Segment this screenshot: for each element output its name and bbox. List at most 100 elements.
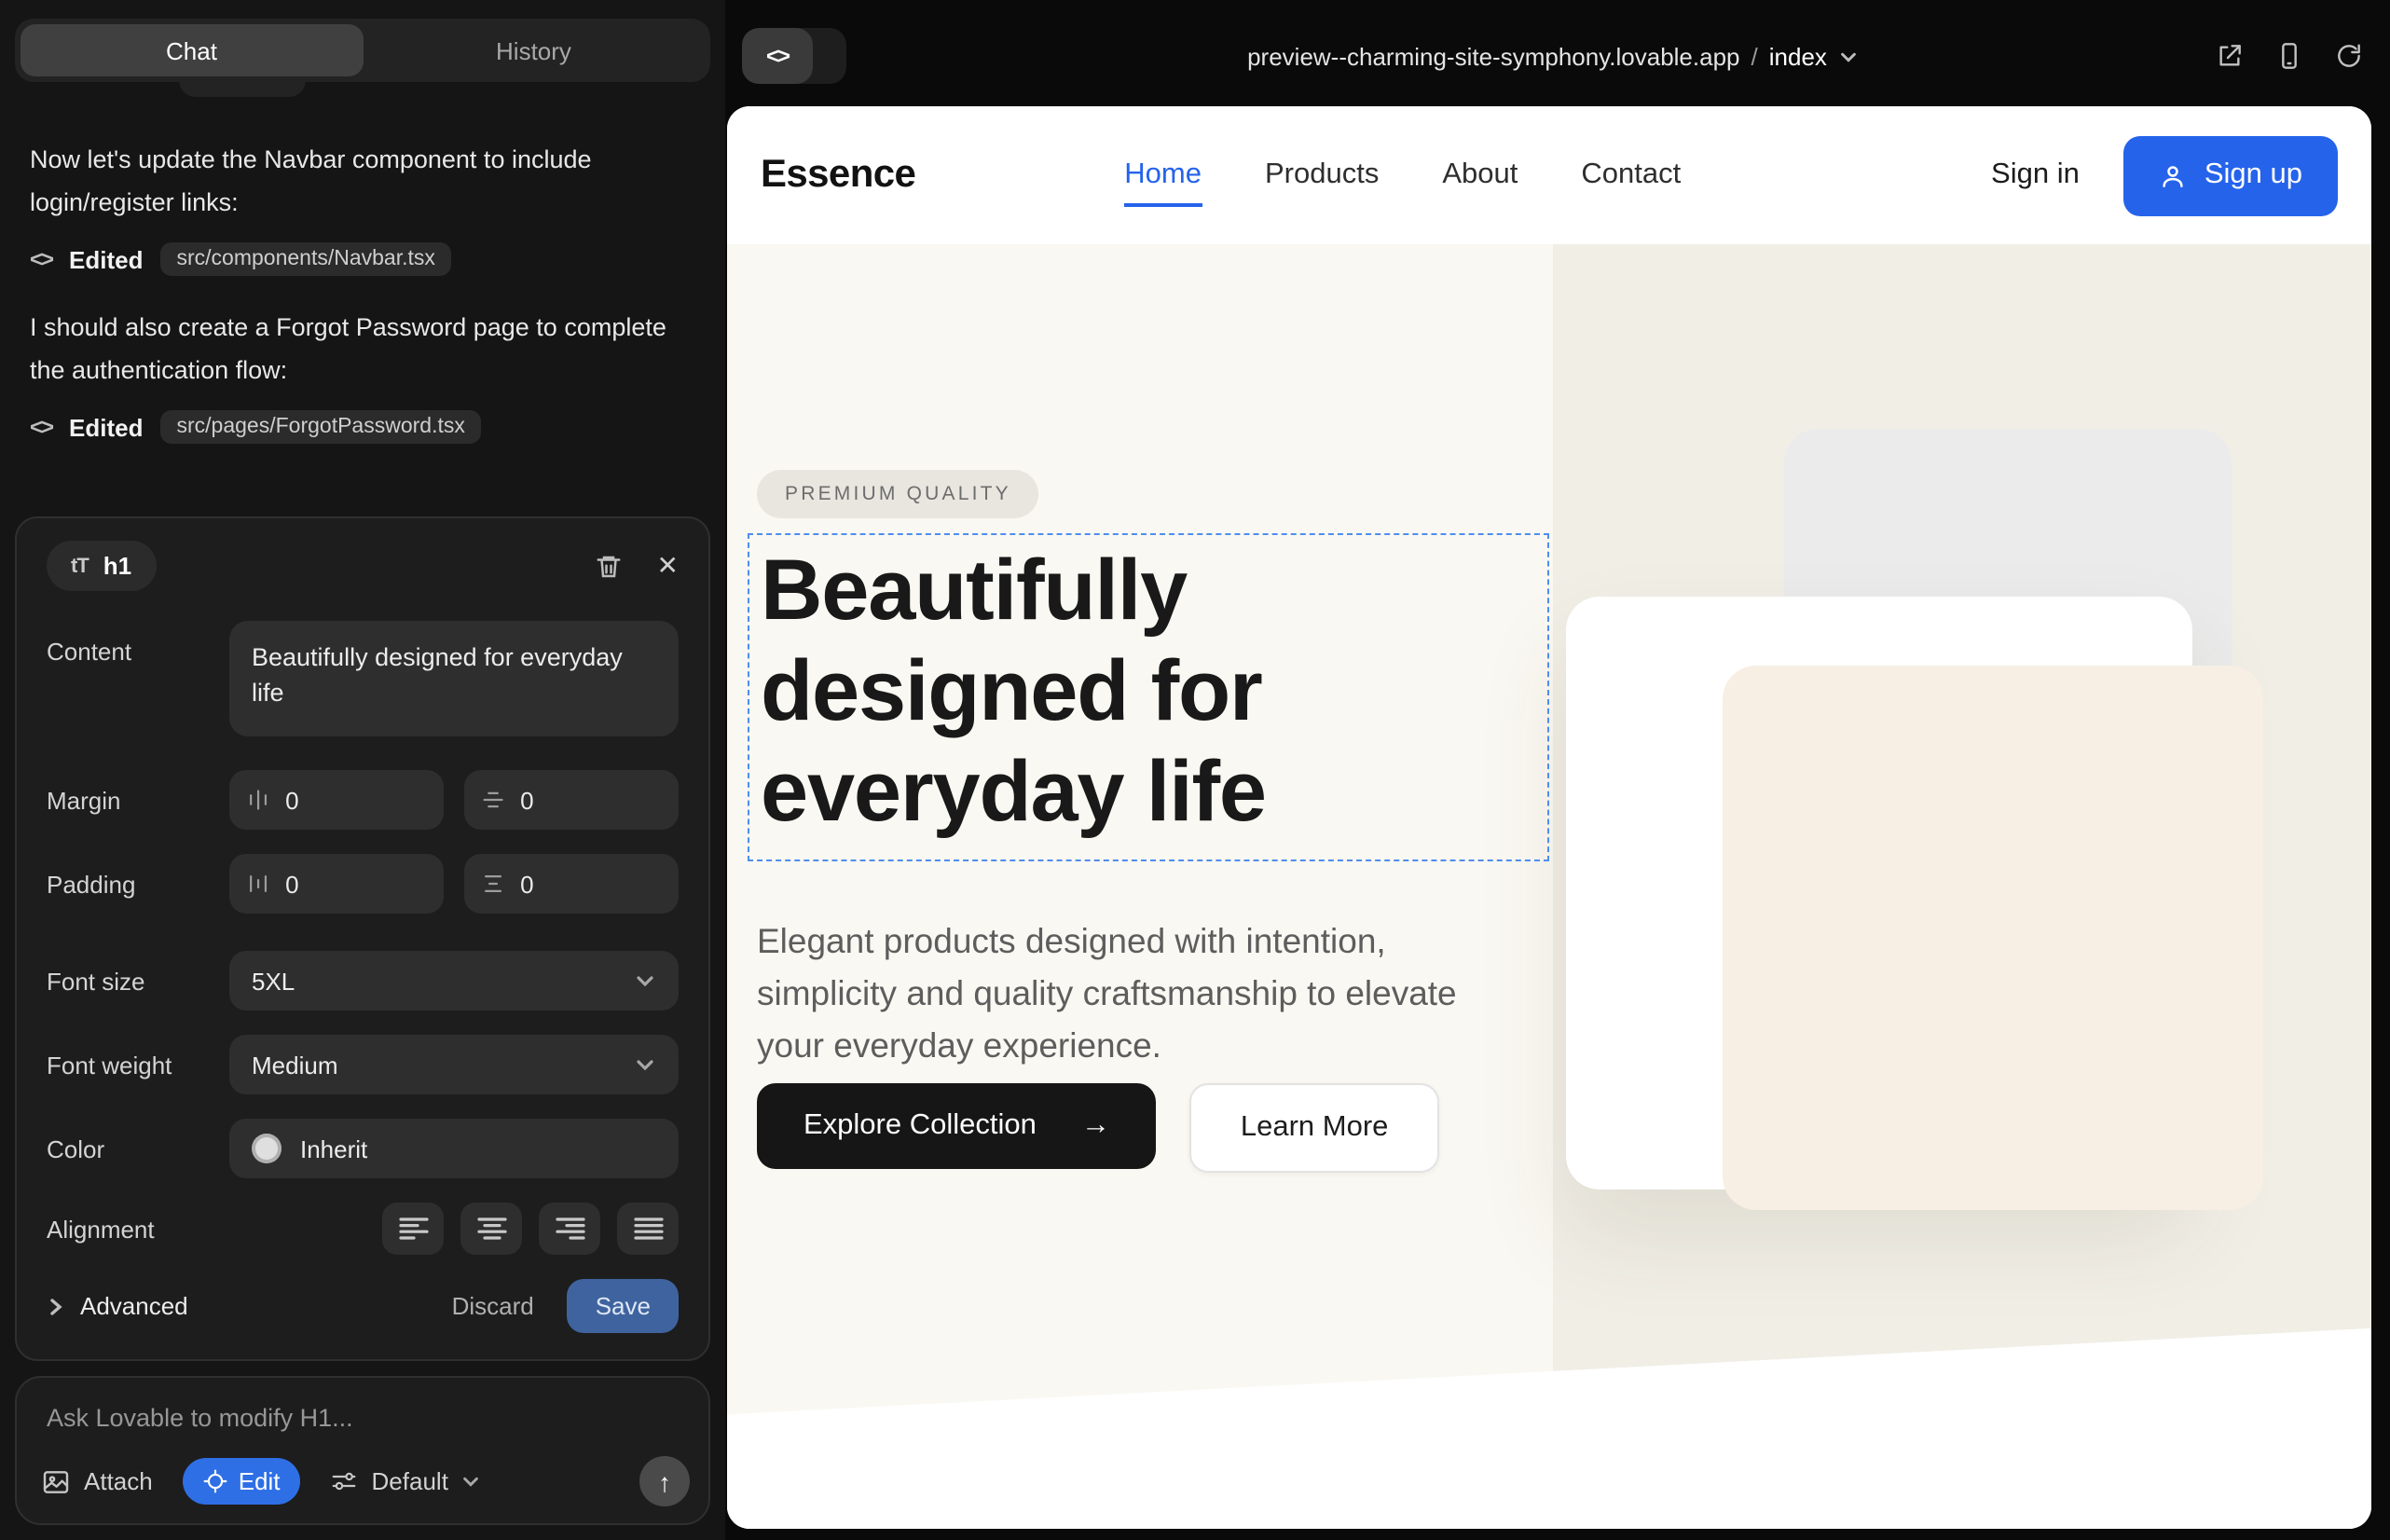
sign-up-label: Sign up [2205, 158, 2302, 192]
margin-row: Margin [47, 770, 679, 830]
padding-x-icon [248, 871, 268, 897]
site-nav-actions: Sign in Sign up [1991, 135, 2338, 215]
chat-panel: Chat History Now let's update the Navbar… [0, 0, 725, 1540]
nav-link-home[interactable]: Home [1124, 158, 1202, 207]
url-separator: / [1751, 42, 1758, 70]
attach-button[interactable]: Attach [41, 1466, 153, 1496]
edited-file-row[interactable]: <> Edited src/pages/ForgotPassword.tsx [30, 410, 695, 444]
selected-h1-outline[interactable]: Beautifully designed for everyday life [748, 533, 1549, 861]
edit-label: Edit [239, 1467, 281, 1495]
site-logo[interactable]: Essence [761, 153, 915, 198]
align-justify-icon [633, 1216, 663, 1242]
user-icon [2160, 161, 2188, 189]
file-chip[interactable]: src/pages/ForgotPassword.tsx [160, 410, 482, 444]
edited-file-row[interactable]: <> Edited src/components/Navbar.tsx [30, 242, 695, 276]
site-navbar: Essence Home Products About Contact Sign… [727, 106, 2371, 244]
margin-y-field[interactable] [464, 770, 679, 830]
padding-x-field[interactable] [229, 854, 444, 914]
font-size-label: Font size [47, 967, 229, 995]
chevron-down-icon [634, 1053, 656, 1076]
align-left-icon [398, 1216, 428, 1242]
padding-x-input[interactable] [285, 870, 425, 898]
font-size-value: 5XL [252, 967, 634, 995]
margin-x-icon [248, 787, 268, 813]
align-center-button[interactable] [460, 1203, 522, 1255]
element-tag-label: h1 [103, 552, 131, 580]
color-picker[interactable]: Inherit [229, 1119, 679, 1178]
sign-in-link[interactable]: Sign in [1991, 158, 2080, 192]
align-justify-button[interactable] [617, 1203, 679, 1255]
alignment-row: Alignment [47, 1203, 679, 1255]
edited-label: Edited [69, 245, 143, 273]
tab-history[interactable]: History [363, 24, 705, 76]
quality-badge: PREMIUM QUALITY [757, 470, 1039, 518]
chat-message: Now let's update the Navbar component to… [30, 138, 695, 224]
hero-subtext: Elegant products designed with intention… [757, 914, 1518, 1071]
close-editor-button[interactable]: ✕ [657, 550, 679, 582]
color-value: Inherit [300, 1134, 656, 1162]
advanced-toggle[interactable]: Advanced [47, 1292, 188, 1320]
attach-label: Attach [84, 1467, 153, 1495]
send-button[interactable]: ↑ [639, 1456, 690, 1506]
external-link-icon [2215, 41, 2245, 71]
padding-y-input[interactable] [520, 870, 660, 898]
refresh-button[interactable] [2334, 41, 2364, 71]
padding-y-field[interactable] [464, 854, 679, 914]
decorative-cream-card [1723, 666, 2263, 1210]
site-preview: Essence Home Products About Contact Sign… [727, 106, 2371, 1529]
chat-composer: Attach Edit Default ↑ [15, 1376, 710, 1525]
code-icon: <> [30, 414, 52, 440]
panel-tabs: Chat History [15, 19, 710, 82]
content-label: Content [47, 621, 229, 666]
color-swatch-icon [252, 1134, 282, 1163]
font-weight-select[interactable]: Medium [229, 1035, 679, 1094]
tab-chat[interactable]: Chat [21, 24, 363, 76]
chevron-down-icon [634, 969, 656, 992]
chat-message: I should also create a Forgot Password p… [30, 306, 695, 392]
hero-cta-row: Explore Collection → Learn More [757, 1083, 1438, 1173]
discard-button[interactable]: Discard [452, 1292, 534, 1320]
hero-bottom-curve [727, 1311, 2371, 1529]
margin-x-input[interactable] [285, 786, 425, 814]
code-icon: <> [30, 246, 52, 272]
save-button[interactable]: Save [568, 1279, 679, 1333]
chevron-down-icon [1838, 46, 1859, 66]
target-icon [203, 1469, 227, 1493]
learn-more-button[interactable]: Learn More [1190, 1083, 1439, 1173]
alignment-label: Alignment [47, 1215, 229, 1243]
padding-y-icon [483, 871, 503, 897]
nav-link-contact[interactable]: Contact [1581, 158, 1681, 192]
content-input[interactable]: Beautifully designed for everyday life [229, 621, 679, 736]
file-chip[interactable]: src/components/Navbar.tsx [160, 242, 452, 276]
explore-collection-button[interactable]: Explore Collection → [757, 1083, 1157, 1169]
nav-link-products[interactable]: Products [1265, 158, 1379, 192]
edit-mode-button[interactable]: Edit [183, 1458, 301, 1505]
code-icon[interactable]: <> [742, 28, 813, 84]
model-label: Default [372, 1467, 448, 1495]
arrow-right-icon: → [1081, 1109, 1110, 1143]
refresh-icon [2334, 41, 2364, 71]
page-selector[interactable]: index [1769, 42, 1827, 70]
hero-section: PREMIUM QUALITY Beautifully designed for… [727, 244, 2371, 1529]
code-view-toggle[interactable]: <> [742, 28, 846, 84]
hero-headline[interactable]: Beautifully designed for everyday life [761, 539, 1536, 841]
align-left-button[interactable] [382, 1203, 444, 1255]
chat-messages: Now let's update the Navbar component to… [0, 112, 725, 474]
font-weight-value: Medium [252, 1051, 634, 1079]
site-nav-links: Home Products About Contact [1124, 158, 1681, 192]
sliders-icon [331, 1467, 359, 1495]
align-center-icon [476, 1216, 506, 1242]
font-size-select[interactable]: 5XL [229, 951, 679, 1011]
mobile-view-button[interactable] [2274, 41, 2304, 71]
margin-x-field[interactable] [229, 770, 444, 830]
smartphone-icon [2274, 41, 2304, 71]
preview-url: preview--charming-site-symphony.lovable.… [1247, 42, 1739, 70]
sign-up-button[interactable]: Sign up [2124, 135, 2338, 215]
open-external-button[interactable] [2215, 41, 2245, 71]
align-right-button[interactable] [539, 1203, 600, 1255]
margin-y-input[interactable] [520, 786, 660, 814]
model-selector[interactable]: Default [331, 1467, 482, 1495]
nav-link-about[interactable]: About [1442, 158, 1518, 192]
delete-element-button[interactable] [596, 551, 624, 581]
padding-row: Padding [47, 854, 679, 914]
